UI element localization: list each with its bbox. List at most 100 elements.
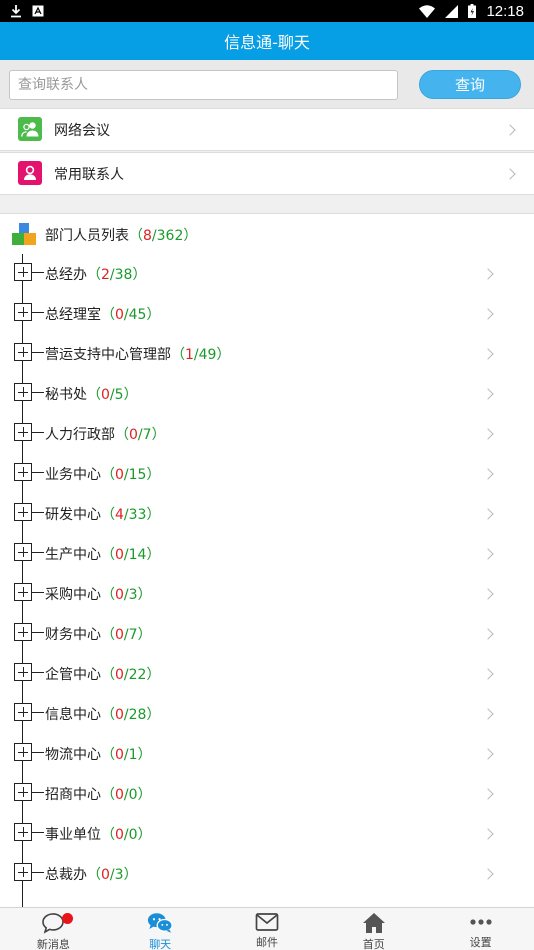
department-name: 生产中心 [45, 547, 101, 563]
tab-label: 首页 [362, 938, 385, 950]
department-count: （0/14） [101, 547, 161, 563]
department-count: （1/49） [171, 347, 231, 363]
expand-plus-icon[interactable] [14, 343, 32, 361]
expand-plus-icon[interactable] [14, 783, 32, 801]
menu-item-frequent-contacts[interactable]: 常用联系人 [0, 152, 534, 195]
chat-group-icon [147, 912, 173, 934]
department-name: 秘书处 [45, 387, 87, 403]
chevron-right-icon [482, 428, 494, 440]
department-name: 企管中心 [45, 667, 101, 683]
department-row[interactable]: 招商中心（0/0） [0, 774, 534, 814]
wifi-icon [419, 4, 436, 18]
expand-plus-icon[interactable] [14, 543, 32, 561]
department-row[interactable]: 总经理室（0/45） [0, 294, 534, 334]
department-row[interactable]: 企管中心（0/22） [0, 654, 534, 694]
department-row[interactable]: 生产中心（0/14） [0, 534, 534, 574]
mail-icon [254, 912, 280, 932]
department-row[interactable]: 采购中心（0/3） [0, 574, 534, 614]
tab-label: 设置 [469, 936, 492, 949]
expand-plus-icon[interactable] [14, 743, 32, 761]
page-title: 信息通-聊天 [224, 33, 310, 52]
chevron-right-icon [504, 123, 516, 136]
expand-plus-icon[interactable] [14, 583, 32, 601]
expand-plus-icon[interactable] [14, 423, 32, 441]
tab-label: 新消息 [36, 938, 70, 950]
tree-line [32, 352, 44, 353]
status-time: 12:18 [486, 2, 524, 20]
expand-plus-icon[interactable] [14, 863, 32, 881]
expand-plus-icon[interactable] [14, 463, 32, 481]
tab-settings[interactable]: 设置 [427, 908, 534, 950]
org-blocks-icon [12, 223, 36, 245]
department-name: 总裁办 [45, 867, 87, 883]
department-count: （0/28） [101, 707, 161, 723]
department-row[interactable]: 总裁办（0/3） [0, 854, 534, 894]
download-icon [11, 5, 21, 18]
expand-plus-icon[interactable] [14, 703, 32, 721]
chevron-right-icon [482, 348, 494, 360]
department-list-header[interactable]: 部门人员列表（8/362） [0, 214, 534, 252]
search-bar: 查询 [0, 60, 534, 108]
department-row[interactable]: 信息中心（0/28） [0, 694, 534, 734]
search-input[interactable] [9, 70, 398, 100]
department-row[interactable]: 事业单位（0/0） [0, 814, 534, 854]
department-count: （0/7） [115, 427, 166, 443]
tab-home[interactable]: 首页 [320, 908, 427, 950]
department-row[interactable]: 业务中心（0/15） [0, 454, 534, 494]
department-row[interactable]: 物流中心（0/1） [0, 734, 534, 774]
tree-line [32, 632, 44, 633]
tree-line [32, 432, 44, 433]
chevron-right-icon [482, 548, 494, 560]
tree-line [32, 392, 44, 393]
tree-line [32, 832, 44, 833]
department-row[interactable]: 秘书处（0/5） [0, 374, 534, 414]
expand-plus-icon[interactable] [14, 263, 32, 281]
home-icon [361, 912, 387, 934]
search-button-label: 查询 [454, 76, 485, 94]
department-tree: 部门人员列表（8/362） 总经办（2/38） 总经理室（0/45） 营运支持中心管… [0, 213, 534, 907]
expand-plus-icon[interactable] [14, 623, 32, 641]
department-count: （2/38） [87, 267, 147, 283]
expand-plus-icon[interactable] [14, 503, 32, 521]
department-row[interactable]: 研发中心（4/33） [0, 494, 534, 534]
chevron-right-icon [482, 868, 494, 880]
department-list-title: 部门人员列表 [45, 228, 129, 244]
department-count: （0/1） [101, 747, 152, 763]
search-button[interactable]: 查询 [419, 70, 521, 99]
tab-mail[interactable]: 邮件 [214, 908, 321, 950]
tab-label: 聊天 [149, 938, 172, 950]
department-count: （0/3） [101, 587, 152, 603]
department-count: （0/15） [101, 467, 161, 483]
tree-line [32, 512, 44, 513]
bottom-tab-bar: 新消息 聊天 邮件 首页 设置 [0, 907, 534, 950]
department-row[interactable]: 总经办（2/38） [0, 254, 534, 294]
more-icon [468, 912, 494, 932]
tree-line [32, 672, 44, 673]
tab-new-messages[interactable]: 新消息 [0, 908, 107, 950]
department-name: 总经理室 [45, 307, 101, 323]
department-name: 人力行政部 [45, 427, 115, 443]
chevron-right-icon [482, 268, 494, 280]
menu-item-label: 常用联系人 [54, 166, 124, 183]
chevron-right-icon [482, 508, 494, 520]
expand-plus-icon[interactable] [14, 823, 32, 841]
menu-item-meeting[interactable]: 网络会议 [0, 108, 534, 151]
signal-icon [445, 4, 459, 18]
department-row[interactable]: 财务中心（0/7） [0, 614, 534, 654]
expand-plus-icon[interactable] [14, 383, 32, 401]
department-count: （0/0） [101, 787, 152, 803]
contact-icon [18, 161, 42, 185]
menu-item-label: 网络会议 [54, 122, 110, 139]
tree-line [22, 894, 23, 907]
department-count: （0/7） [101, 627, 152, 643]
department-count: （4/33） [101, 507, 161, 523]
department-name: 业务中心 [45, 467, 101, 483]
expand-plus-icon[interactable] [14, 663, 32, 681]
department-row[interactable]: 营运支持中心管理部（1/49） [0, 334, 534, 374]
tree-line [32, 312, 44, 313]
expand-plus-icon[interactable] [14, 303, 32, 321]
department-count: （0/5） [87, 387, 138, 403]
chevron-right-icon [482, 708, 494, 720]
department-row[interactable]: 人力行政部（0/7） [0, 414, 534, 454]
tab-chat[interactable]: 聊天 [107, 908, 214, 950]
